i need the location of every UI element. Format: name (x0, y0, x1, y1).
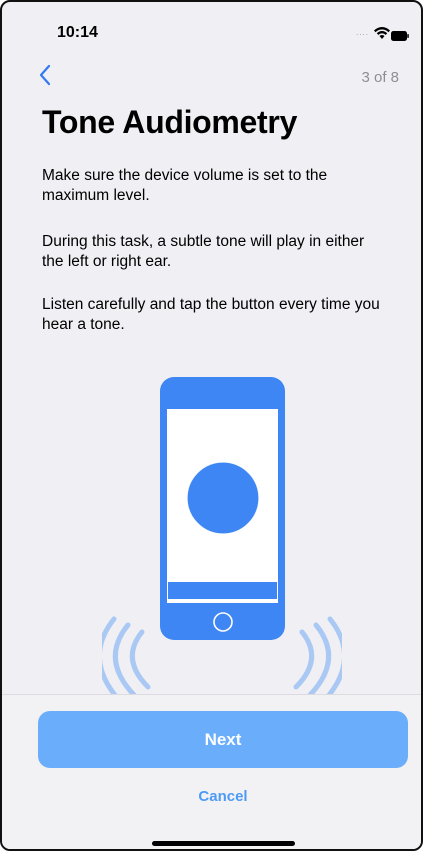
chevron-left-icon (39, 64, 51, 86)
sound-waves-right-icon (293, 616, 347, 704)
next-button[interactable]: Next (38, 711, 408, 768)
instruction-text: Listen carefully and tap the button ever… (42, 296, 380, 333)
battery-icon (391, 28, 409, 46)
status-bar: 10:14 .... (2, 2, 421, 62)
phone-tone-button-illustration (97, 377, 347, 704)
back-button[interactable] (38, 64, 62, 90)
signal-dots: .... (356, 28, 369, 37)
instruction-text: Make sure the device volume is set to th… (42, 167, 328, 204)
step-indicator: 3 of 8 (361, 69, 399, 86)
home-indicator[interactable] (152, 841, 295, 846)
wifi-icon (373, 26, 391, 45)
status-time: 10:14 (57, 24, 98, 41)
page-title: Tone Audiometry (42, 104, 298, 140)
footer: Next Cancel (2, 694, 421, 849)
instruction-text: During this task, a subtle tone will pla… (42, 233, 365, 270)
cancel-button[interactable]: Cancel (123, 784, 323, 808)
sound-waves-left-icon (97, 616, 151, 704)
device-screen: 10:14 .... 3 of 8 Tone Audiometry Make s… (0, 0, 423, 851)
